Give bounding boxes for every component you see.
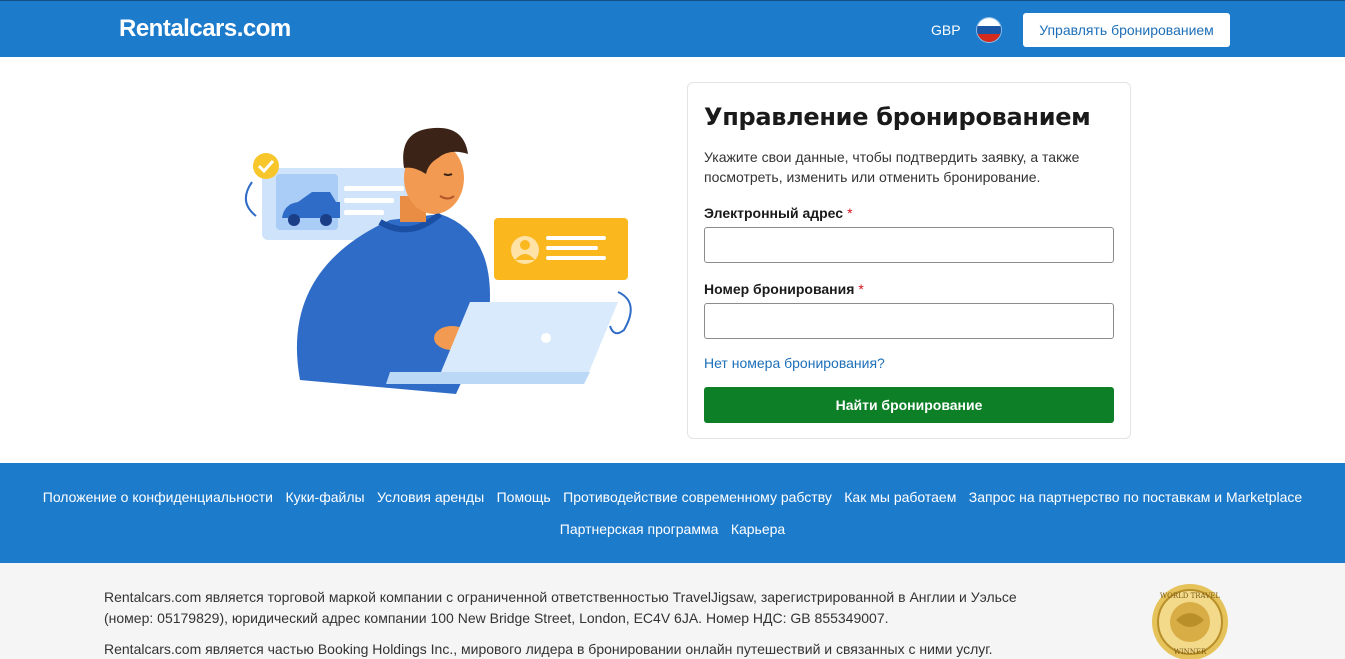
manage-booking-form: Управление бронированием Укажите свои да… bbox=[687, 82, 1131, 439]
required-mark: * bbox=[858, 281, 864, 297]
rentalcars-logo[interactable]: Rentalcars.com bbox=[119, 15, 291, 43]
email-label: Электронный адрес * bbox=[704, 205, 853, 221]
footer-link-rental-terms[interactable]: Условия аренды bbox=[377, 489, 484, 505]
footer-link-cookies[interactable]: Куки-файлы bbox=[285, 489, 364, 505]
find-booking-button[interactable]: Найти бронирование bbox=[704, 387, 1114, 423]
no-booking-number-link[interactable]: Нет номера бронирования? bbox=[704, 355, 885, 371]
footer-link-modern-slavery[interactable]: Противодействие современному рабству bbox=[563, 489, 832, 505]
footer-link-partnership-request[interactable]: Запрос на партнерство по поставкам и Mar… bbox=[969, 489, 1302, 505]
russia-flag-icon[interactable] bbox=[977, 18, 1001, 42]
email-field[interactable] bbox=[704, 227, 1114, 263]
legal-section: Rentalcars.com является торговой маркой … bbox=[0, 563, 1345, 659]
check-badge-icon bbox=[253, 153, 279, 179]
footer-links-row-2: Партнерская программа Карьера bbox=[0, 521, 1345, 539]
footer-links-row-1: Положение о конфиденциальности Куки-файл… bbox=[0, 489, 1345, 507]
footer-link-how-we-work[interactable]: Как мы работаем bbox=[844, 489, 956, 505]
manage-booking-button[interactable]: Управлять бронированием bbox=[1023, 13, 1230, 47]
email-label-text: Электронный адрес bbox=[704, 205, 844, 221]
page-title: Управление бронированием bbox=[704, 103, 1091, 131]
legal-text-company: Rentalcars.com является торговой маркой … bbox=[104, 589, 1017, 626]
footer-links-bar: Положение о конфиденциальности Куки-файл… bbox=[0, 463, 1345, 563]
currency-selector[interactable]: GBP bbox=[931, 22, 961, 38]
footer-link-affiliate-program[interactable]: Партнерская программа bbox=[560, 521, 719, 537]
world-travel-awards-badge-icon: WORLD TRAVEL WINNER bbox=[1152, 584, 1228, 659]
booking-number-label-text: Номер бронирования bbox=[704, 281, 855, 297]
footer-link-help[interactable]: Помощь bbox=[497, 489, 551, 505]
svg-text:WINNER: WINNER bbox=[1174, 648, 1207, 656]
required-mark: * bbox=[847, 205, 853, 221]
top-header: Rentalcars.com GBP Управлять бронировани… bbox=[0, 0, 1345, 57]
footer-link-careers[interactable]: Карьера bbox=[731, 521, 785, 537]
person-with-laptop-illustration bbox=[245, 127, 632, 394]
booking-number-label: Номер бронирования * bbox=[704, 281, 864, 297]
footer-link-privacy[interactable]: Положение о конфиденциальности bbox=[43, 489, 273, 505]
form-description: Укажите свои данные, чтобы подтвердить з… bbox=[704, 149, 1080, 185]
legal-text-booking-holdings: Rentalcars.com является частью Booking H… bbox=[104, 641, 993, 657]
booking-number-field[interactable] bbox=[704, 303, 1114, 339]
svg-text:WORLD TRAVEL: WORLD TRAVEL bbox=[1160, 592, 1221, 600]
